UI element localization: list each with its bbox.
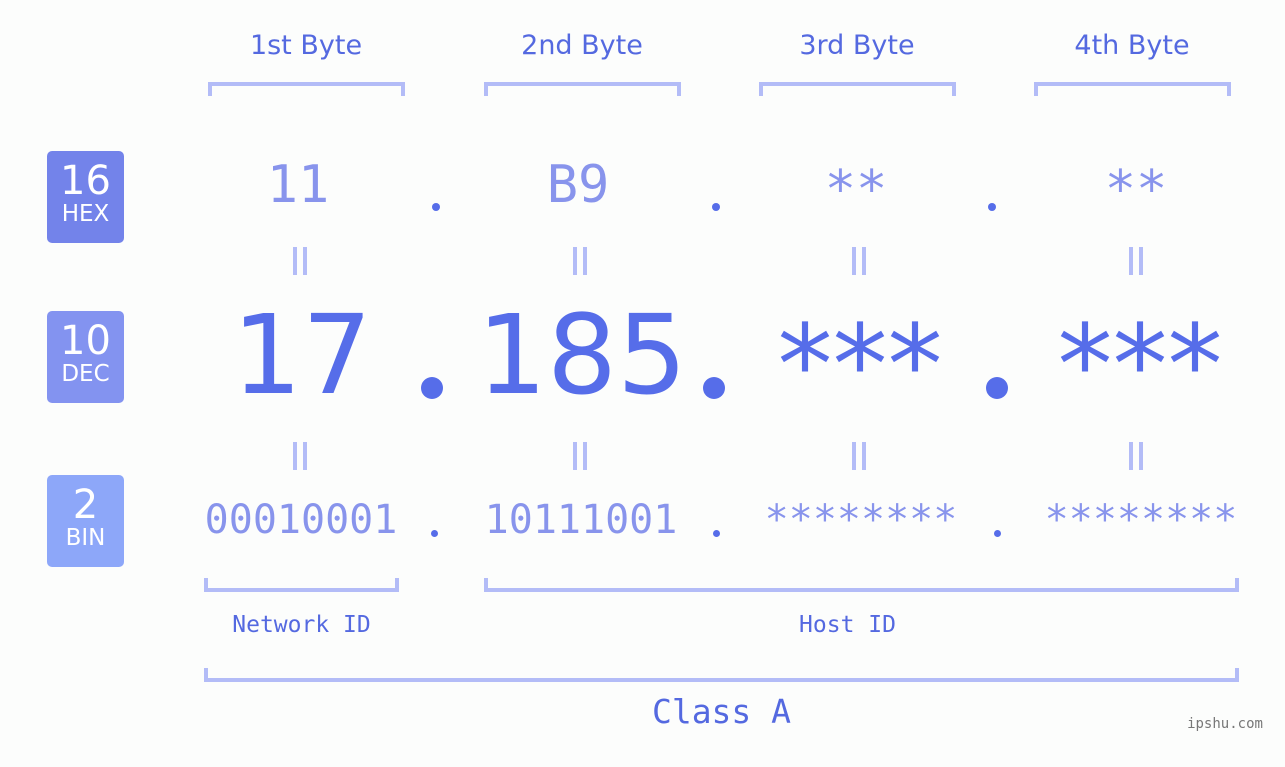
network-id-bracket bbox=[204, 578, 399, 592]
equals-marker bbox=[560, 247, 600, 283]
bin-separator-dot bbox=[994, 530, 1001, 537]
bin-separator-dot bbox=[431, 530, 438, 537]
equals-marker bbox=[1116, 442, 1156, 478]
bin-badge-number: 2 bbox=[72, 482, 99, 528]
bracket-byte-4 bbox=[1034, 82, 1231, 96]
dec-badge-number: 10 bbox=[60, 318, 111, 364]
watermark: ipshu.com bbox=[1187, 716, 1263, 732]
bin-separator-dot bbox=[713, 530, 720, 537]
byte-header-1: 1st Byte bbox=[249, 30, 363, 61]
byte-header-3: 3rd Byte bbox=[799, 30, 915, 61]
hex-separator-dot bbox=[432, 203, 440, 211]
dec-badge-label: DEC bbox=[61, 361, 110, 387]
bracket-byte-2 bbox=[484, 82, 681, 96]
dec-badge: 10 DEC bbox=[47, 311, 124, 403]
equals-marker bbox=[280, 442, 320, 478]
equals-marker bbox=[839, 442, 879, 478]
byte-header-2: 2nd Byte bbox=[521, 30, 643, 61]
hex-separator-dot bbox=[988, 203, 996, 211]
bin-byte-1: 00010001 bbox=[204, 497, 398, 543]
dec-separator-dot bbox=[986, 377, 1008, 399]
byte-header-4: 4th Byte bbox=[1074, 30, 1190, 61]
bin-byte-4: ******** bbox=[1044, 497, 1238, 543]
dec-byte-4: *** bbox=[1057, 301, 1223, 429]
host-id-label: Host ID bbox=[799, 612, 896, 638]
bracket-byte-1 bbox=[208, 82, 405, 96]
network-id-label: Network ID bbox=[232, 612, 371, 638]
bin-byte-3: ******** bbox=[764, 497, 958, 543]
dec-byte-2: 185 bbox=[477, 291, 687, 419]
hex-badge-number: 16 bbox=[60, 158, 111, 204]
bracket-byte-3 bbox=[759, 82, 956, 96]
hex-byte-4: ** bbox=[1104, 160, 1168, 220]
equals-marker bbox=[1116, 247, 1156, 283]
class-bracket bbox=[204, 668, 1239, 682]
bin-badge-label: BIN bbox=[65, 525, 106, 551]
dec-byte-1: 17 bbox=[232, 291, 372, 419]
bin-badge: 2 BIN bbox=[47, 475, 124, 567]
hex-byte-3: ** bbox=[824, 160, 888, 220]
dec-separator-dot bbox=[703, 377, 725, 399]
hex-separator-dot bbox=[712, 203, 720, 211]
class-label: Class A bbox=[651, 692, 792, 731]
bin-byte-2: 10111001 bbox=[484, 497, 678, 543]
hex-badge: 16 HEX bbox=[47, 151, 124, 243]
hex-byte-1: 11 bbox=[266, 155, 330, 215]
equals-marker bbox=[560, 442, 600, 478]
hex-badge-label: HEX bbox=[61, 201, 110, 227]
equals-marker bbox=[839, 247, 879, 283]
equals-marker bbox=[280, 247, 320, 283]
dec-byte-3: *** bbox=[777, 301, 943, 429]
hex-byte-2: B9 bbox=[546, 155, 610, 215]
dec-separator-dot bbox=[421, 377, 443, 399]
host-id-bracket bbox=[484, 578, 1239, 592]
